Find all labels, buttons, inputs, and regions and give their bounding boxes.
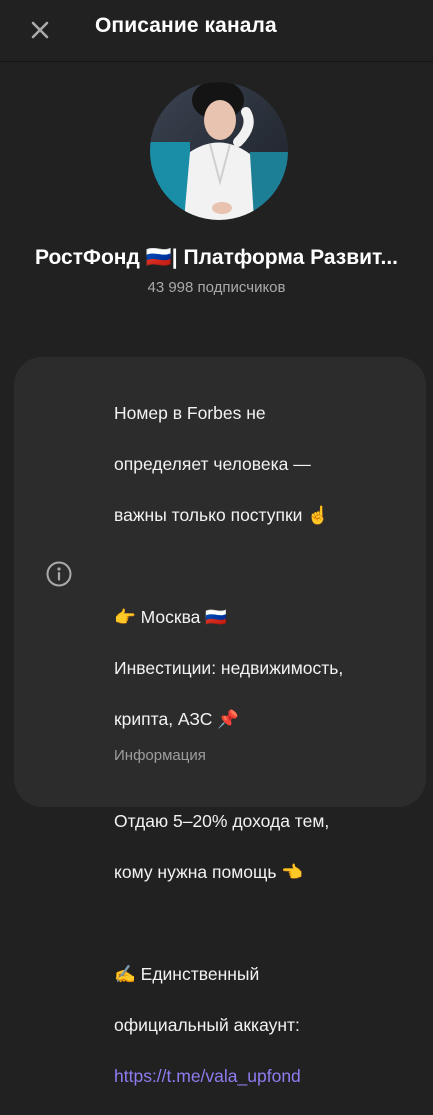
- description-line: важны только поступки ☝️: [114, 504, 330, 525]
- description-line: ✍️ Единственный: [114, 963, 260, 984]
- channel-description: Номер в Forbes не определяет человека — …: [114, 375, 414, 1115]
- description-line: определяет человека —: [114, 453, 311, 474]
- account-link[interactable]: https://t.me/vala_upfond: [114, 1066, 301, 1086]
- avatar-image: [150, 82, 288, 220]
- top-bar: Описание канала: [0, 0, 433, 62]
- info-label: Информация: [114, 747, 206, 764]
- close-button[interactable]: [26, 16, 54, 44]
- description-line: Инвестиции: недвижимость,: [114, 657, 344, 678]
- channel-avatar[interactable]: [150, 82, 288, 220]
- description-line: крипта, АЗС 📌: [114, 708, 240, 729]
- close-icon: [31, 21, 49, 39]
- description-line: официальный аккаунт:: [114, 1014, 300, 1035]
- description-line: 👉 Москва 🇷🇺: [114, 606, 228, 627]
- description-line: Номер в Forbes не: [114, 402, 266, 423]
- description-line: кому нужна помощь 👈: [114, 861, 304, 882]
- channel-name: РостФонд 🇷🇺| Платформа Развит...: [35, 246, 398, 269]
- info-icon: [46, 561, 72, 587]
- subscriber-count: 43 998 подписчиков: [147, 279, 286, 296]
- description-line: [114, 554, 414, 580]
- description-line: [114, 911, 414, 937]
- description-line: Отдаю 5–20% дохода тем,: [114, 810, 330, 831]
- page-title: Описание канала: [95, 14, 277, 37]
